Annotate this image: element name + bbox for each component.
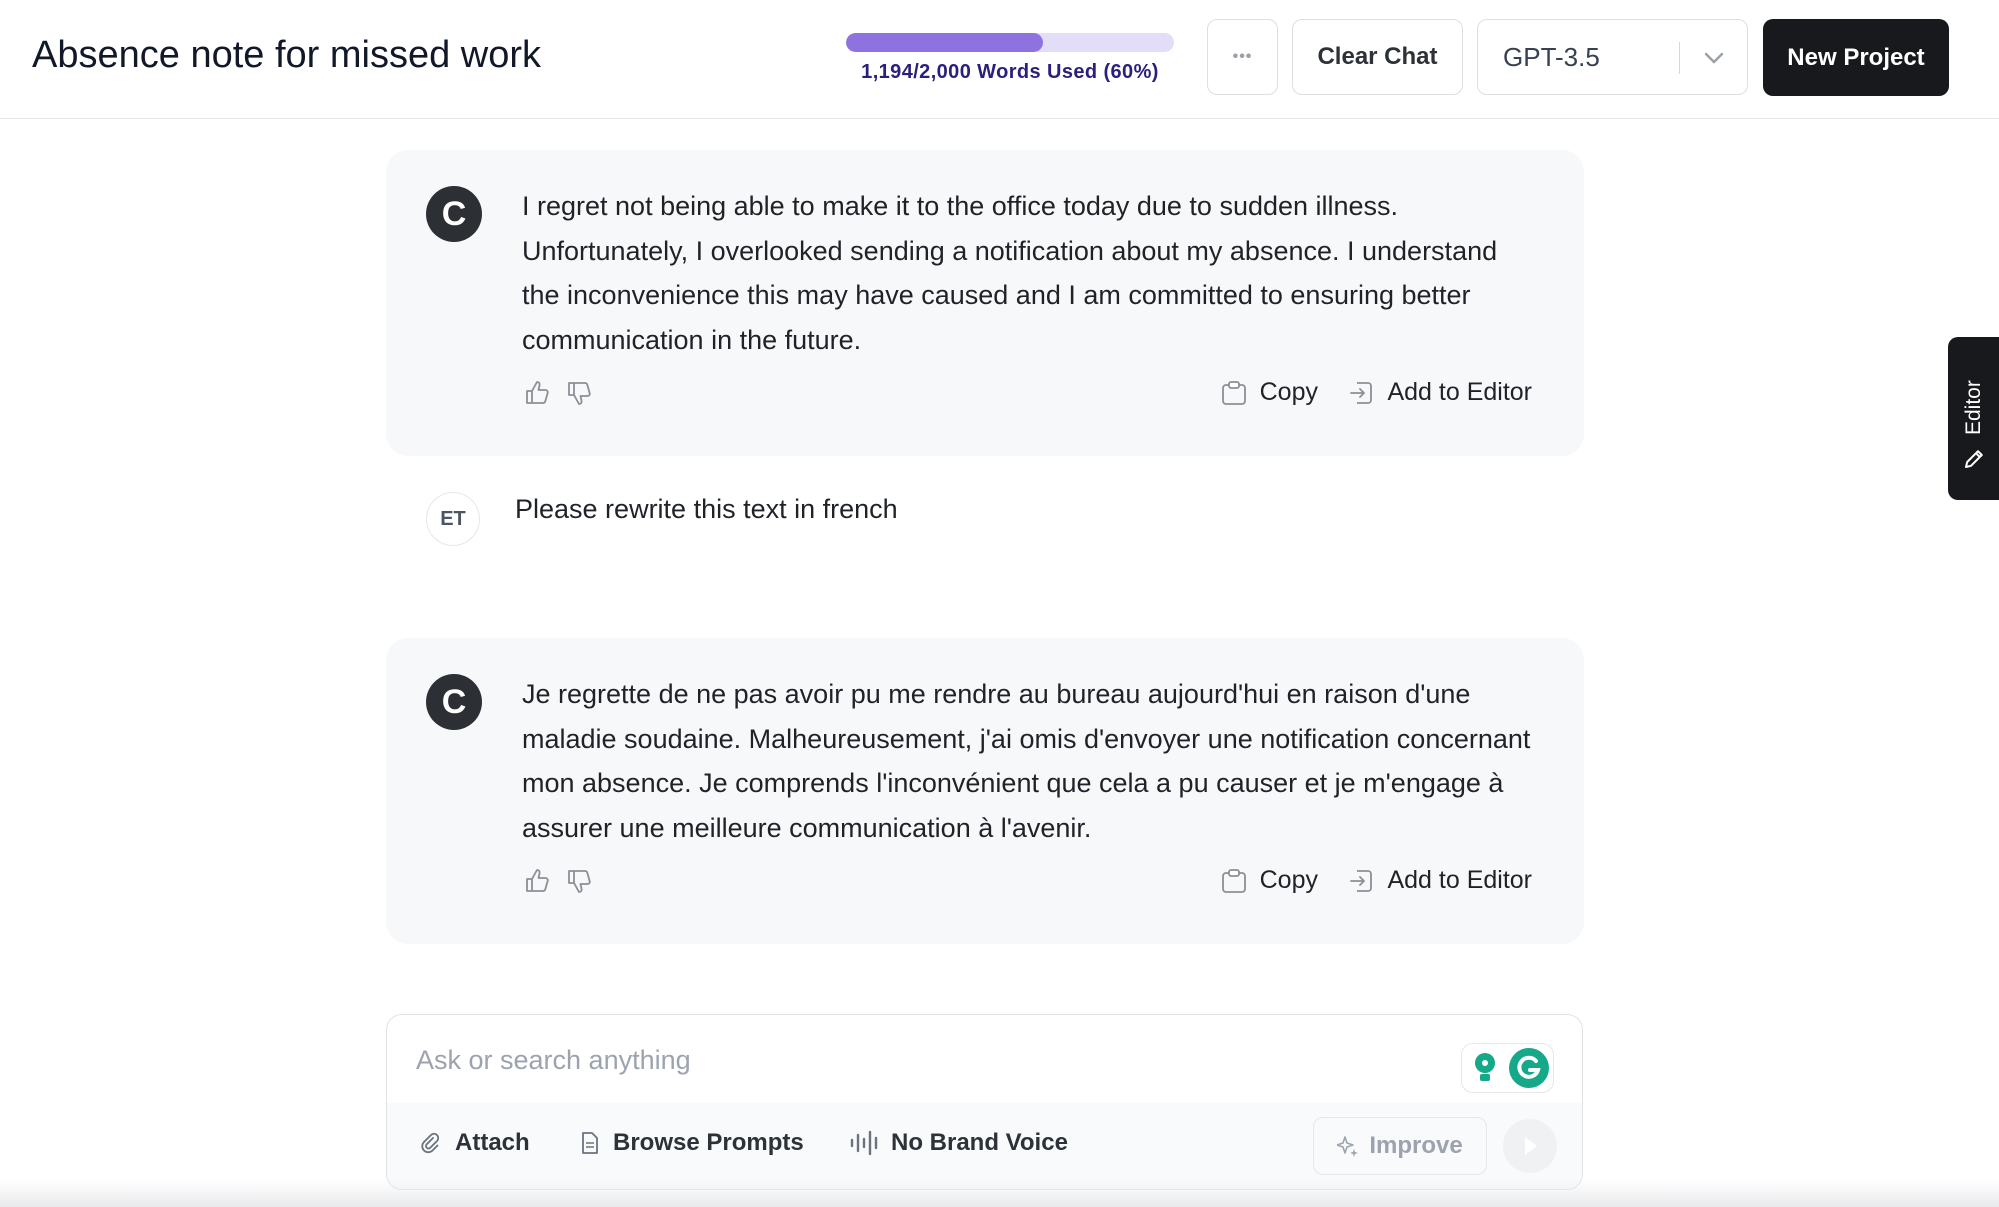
composer-toolbar: Attach Browse Prompts No Brand Voice Imp… [387,1103,1582,1189]
improve-label: Improve [1369,1132,1463,1159]
attach-button[interactable]: Attach [419,1129,530,1157]
usage-progress-fill [846,33,1043,52]
model-select[interactable]: GPT-3.5 [1477,19,1748,95]
clipboard-icon [1221,380,1246,405]
usage-label: 1,194/2,000 Words Used (60%) [861,61,1159,83]
brand-voice-button[interactable]: No Brand Voice [849,1129,1068,1157]
lightbulb-icon [1475,1053,1495,1081]
paperclip-icon [421,1132,440,1154]
assistant-message-text: I regret not being able to make it to th… [522,191,1498,355]
assistant-message: C I regret not being able to make it to … [386,150,1584,456]
thumbs-down-icon[interactable] [564,378,594,408]
thumbs-up-icon[interactable] [522,378,552,408]
add-to-editor-button[interactable]: Add to Editor [1347,866,1532,895]
add-to-editor-button[interactable]: Add to Editor [1347,378,1532,407]
sound-bars-icon [850,1130,878,1156]
user-avatar: ET [426,492,480,546]
assistant-avatar: C [426,186,482,242]
model-select-divider [1679,42,1680,74]
add-to-editor-label: Add to Editor [1387,378,1532,406]
copy-button[interactable]: Copy [1220,866,1318,895]
more-options-button[interactable]: ••• [1207,19,1278,95]
document-icon [582,1132,598,1154]
copy-label: Copy [1259,378,1318,406]
assistant-avatar: C [426,674,482,730]
assistant-message-text: Je regrette de ne pas avoir pu me rendre… [522,679,1531,843]
browse-prompts-label: Browse Prompts [613,1129,804,1156]
message-actions: Copy Add to Editor [522,378,1532,418]
browse-prompts-button[interactable]: Browse Prompts [579,1129,804,1157]
top-bar: Absence note for missed work 1,194/2,000… [0,0,1999,119]
usage-progress-track [846,33,1174,52]
chat-input[interactable] [414,1033,1418,1087]
bottom-fade [0,1180,1999,1207]
add-to-editor-icon [1350,381,1373,404]
editor-tab-label: Editor [1962,380,1985,436]
thumbs-down-icon[interactable] [564,866,594,896]
add-to-editor-label: Add to Editor [1387,866,1532,894]
add-to-editor-icon [1350,869,1373,892]
pencil-icon [1965,450,1983,468]
send-button[interactable] [1503,1119,1557,1173]
attach-label: Attach [455,1129,530,1156]
user-message-text: Please rewrite this text in french [515,494,898,524]
copy-button[interactable]: Copy [1220,378,1318,407]
thumbs-up-icon[interactable] [522,866,552,896]
improve-button[interactable]: Improve [1313,1117,1487,1175]
chat-composer: Attach Browse Prompts No Brand Voice Imp… [386,1014,1583,1190]
more-dots-icon: ••• [1232,48,1253,65]
word-usage-meter: 1,194/2,000 Words Used (60%) [846,33,1174,84]
new-project-button[interactable]: New Project [1763,19,1949,96]
page-title: Absence note for missed work [32,34,542,76]
brand-voice-label: No Brand Voice [891,1129,1068,1156]
clipboard-icon [1221,868,1246,893]
copy-label: Copy [1259,866,1318,894]
send-icon [1525,1137,1537,1155]
clear-chat-button[interactable]: Clear Chat [1292,19,1463,95]
grammarly-widget[interactable] [1461,1043,1554,1093]
chevron-down-icon [1704,52,1724,64]
assistant-message: C Je regrette de ne pas avoir pu me rend… [386,638,1584,944]
editor-side-tab[interactable]: Editor [1948,337,1999,500]
sparkle-icon [1337,1136,1359,1157]
message-actions: Copy Add to Editor [522,866,1532,906]
grammarly-icon [1509,1048,1549,1088]
model-select-value: GPT-3.5 [1503,41,1600,72]
